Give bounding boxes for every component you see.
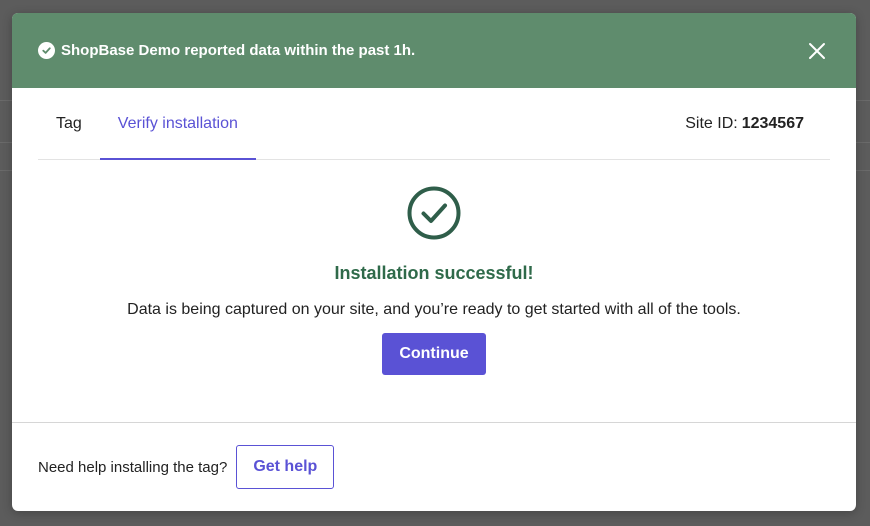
continue-button[interactable]: Continue — [382, 333, 486, 375]
tab-bar: Tag Verify installation Site ID: 1234567 — [38, 88, 830, 160]
get-help-button[interactable]: Get help — [236, 445, 335, 489]
site-id-label: Site ID: — [685, 114, 738, 132]
install-verification-modal: ShopBase Demo reported data within the p… — [12, 13, 856, 511]
tab-verify-installation[interactable]: Verify installation — [99, 88, 256, 160]
site-id: Site ID: 1234567 — [685, 88, 804, 159]
check-circle-outline-icon — [407, 186, 461, 240]
check-circle-icon — [38, 42, 55, 59]
site-id-value: 1234567 — [741, 114, 804, 132]
banner-message: ShopBase Demo reported data within the p… — [61, 42, 416, 59]
modal-footer: Need help installing the tag? Get help — [12, 422, 856, 511]
success-description: Data is being captured on your site, and… — [127, 301, 741, 318]
help-text: Need help installing the tag? — [38, 458, 228, 476]
success-title: Installation successful! — [334, 263, 534, 283]
success-banner: ShopBase Demo reported data within the p… — [12, 13, 856, 88]
verification-content: Installation successful! Data is being c… — [12, 160, 856, 424]
close-icon[interactable] — [808, 42, 826, 60]
tab-tag[interactable]: Tag — [38, 88, 100, 159]
